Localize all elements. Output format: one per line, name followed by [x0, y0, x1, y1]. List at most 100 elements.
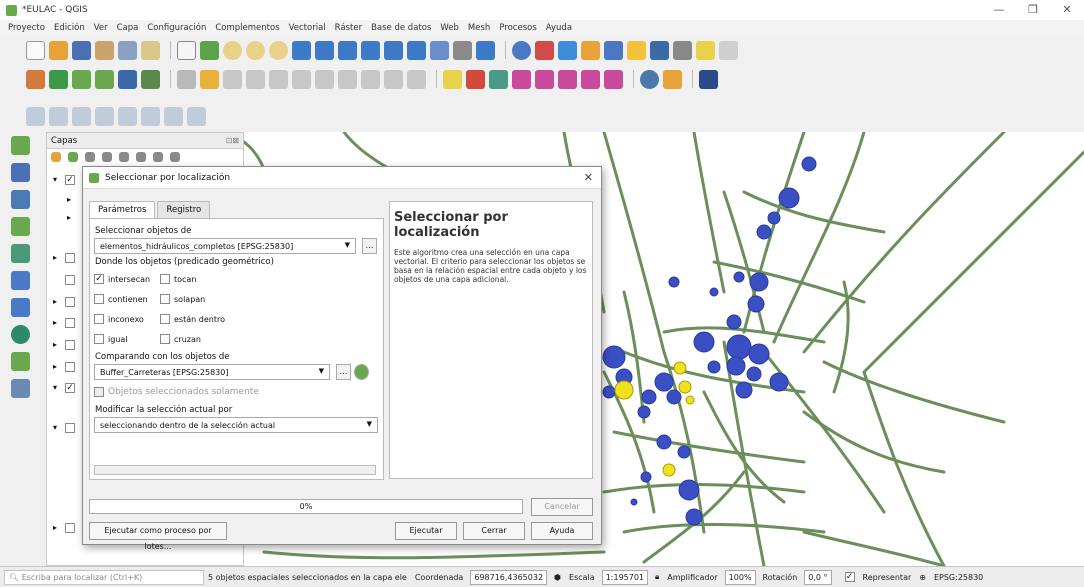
crs-icon[interactable]: ⊕ [919, 573, 926, 582]
zoom-in-icon[interactable] [223, 40, 242, 60]
coordinate-field[interactable]: 698716,4365032 [470, 569, 548, 585]
python-icon[interactable] [663, 69, 682, 89]
extents-icon[interactable]: ⬢ [554, 573, 561, 582]
fill-ring-icon[interactable] [141, 106, 160, 126]
text-annotation-icon[interactable] [719, 40, 738, 60]
run-button[interactable]: Ejecutar [395, 522, 457, 540]
add-part-icon[interactable] [118, 106, 137, 126]
predicate-tocan[interactable]: tocan [160, 274, 226, 284]
tree-expander-icon[interactable]: ▸ [53, 297, 57, 306]
tree-expander-icon[interactable]: ▾ [53, 175, 57, 184]
layout-manager-icon[interactable] [118, 40, 137, 60]
attribute-table-icon[interactable] [581, 40, 600, 60]
add-wfs-icon[interactable] [11, 325, 30, 344]
digitize-icon[interactable] [95, 69, 114, 89]
add-wms-icon[interactable] [11, 298, 30, 317]
map-3d-icon[interactable] [430, 40, 449, 60]
new-shapefile-icon[interactable] [72, 69, 91, 89]
dialog-close-button[interactable]: ✕ [584, 171, 593, 184]
magnifier-field[interactable]: 100% [724, 569, 756, 585]
close-window-button[interactable]: ✕ [1050, 0, 1084, 20]
compare-combo[interactable]: Buffer_Carreteras [EPSG:25830] ▼ [94, 364, 330, 380]
field-calculator-icon[interactable] [627, 40, 646, 60]
tree-expander-icon[interactable]: ▸ [53, 253, 57, 262]
identify-icon[interactable] [512, 40, 531, 60]
predicate-cruzan[interactable]: cruzan [160, 334, 226, 344]
label-move-icon[interactable] [512, 69, 531, 89]
maximize-button[interactable]: ❐ [1016, 0, 1050, 20]
expand-all-icon[interactable] [136, 152, 146, 162]
menu-ver[interactable]: Ver [94, 23, 108, 33]
add-raster-layer-icon[interactable] [11, 163, 30, 182]
collapse-all-icon[interactable] [153, 152, 163, 162]
zoom-full-icon[interactable] [292, 40, 311, 60]
menu-web[interactable]: Web [440, 23, 459, 33]
checkbox[interactable] [160, 274, 170, 284]
checkbox[interactable] [160, 314, 170, 324]
dock-controls-icon[interactable]: ⊡⊠ [226, 136, 239, 145]
manage-visibility-icon[interactable] [85, 152, 95, 162]
remove-layer-icon[interactable] [170, 152, 180, 162]
close-button[interactable]: Cerrar [463, 522, 525, 540]
help-book-icon[interactable] [699, 69, 718, 89]
label-rotate-icon[interactable] [535, 69, 554, 89]
iterate-icon[interactable] [354, 364, 369, 380]
select-from-browse-button[interactable]: … [362, 238, 377, 254]
checkbox[interactable] [94, 294, 104, 304]
modify-combo[interactable]: seleccionando dentro de la selección act… [94, 417, 378, 433]
menu-complementos[interactable]: Complementos [215, 23, 279, 33]
tree-expander-icon[interactable]: ▾ [53, 383, 57, 392]
help-button[interactable]: Ayuda [531, 522, 593, 540]
zoom-layer-icon[interactable] [338, 40, 357, 60]
cut-icon[interactable] [315, 69, 334, 89]
simplify-icon[interactable] [72, 106, 91, 126]
predicate-inconexo[interactable]: inconexo [94, 314, 160, 324]
zoom-rubberband-icon[interactable] [269, 40, 288, 60]
layer-checkbox[interactable] [65, 318, 75, 328]
open-project-icon[interactable] [49, 40, 68, 60]
pan-icon[interactable] [177, 40, 196, 60]
label-show-icon[interactable] [581, 69, 600, 89]
edit-pencil-icon[interactable] [177, 69, 196, 89]
map-tips-icon[interactable] [696, 40, 715, 60]
plugin-icon[interactable] [640, 69, 659, 89]
refresh-icon[interactable] [476, 40, 495, 60]
select-features-icon[interactable] [535, 40, 554, 60]
tree-expander-icon[interactable]: ▸ [53, 340, 57, 349]
tab-parametros[interactable]: Parámetros [89, 201, 156, 218]
new-map-view-icon[interactable] [407, 40, 426, 60]
select-from-combo[interactable]: elementos_hidráulicos_completos [EPSG:25… [94, 238, 356, 254]
menu-ayuda[interactable]: Ayuda [546, 23, 572, 33]
print-layout-icon[interactable] [95, 40, 114, 60]
menu-mesh[interactable]: Mesh [468, 23, 490, 33]
add-wcs-icon[interactable] [11, 352, 30, 371]
vertex-tool-icon[interactable] [141, 69, 160, 89]
predicate-estan-dentro[interactable]: están dentro [160, 314, 226, 324]
add-postgis-icon[interactable] [11, 271, 30, 290]
measure-icon[interactable] [673, 40, 692, 60]
checkbox[interactable] [160, 334, 170, 344]
layer-checkbox[interactable] [65, 340, 75, 350]
label-highlight-icon[interactable] [489, 69, 508, 89]
zoom-last-icon[interactable] [384, 40, 403, 60]
deselect-icon[interactable] [558, 40, 577, 60]
locator-input[interactable]: 🔍︎ Escriba para localizar (Ctrl+K) [4, 569, 204, 585]
new-project-icon[interactable] [26, 40, 45, 60]
layer-checkbox[interactable] [65, 253, 75, 263]
layer-checkbox[interactable] [65, 275, 75, 285]
selected-only-checkbox[interactable] [94, 387, 104, 397]
pan-to-selection-icon[interactable] [200, 40, 219, 60]
tree-expander-icon[interactable]: ▸ [67, 195, 71, 204]
current-edits-icon[interactable] [26, 69, 45, 89]
layer-checkbox[interactable] [65, 362, 75, 372]
predicate-igual[interactable]: igual [94, 334, 160, 344]
delete-feature-icon[interactable] [292, 69, 311, 89]
add-ring-icon[interactable] [95, 106, 114, 126]
filter-icon[interactable] [102, 152, 112, 162]
pencil-icon[interactable] [200, 69, 219, 89]
vertex-edit-icon[interactable] [269, 69, 288, 89]
cancel-button[interactable]: Cancelar [531, 498, 593, 516]
lock-icon[interactable]: 🔒︎ [655, 572, 659, 582]
label-icon[interactable] [443, 69, 462, 89]
label-pin-icon[interactable] [466, 69, 485, 89]
